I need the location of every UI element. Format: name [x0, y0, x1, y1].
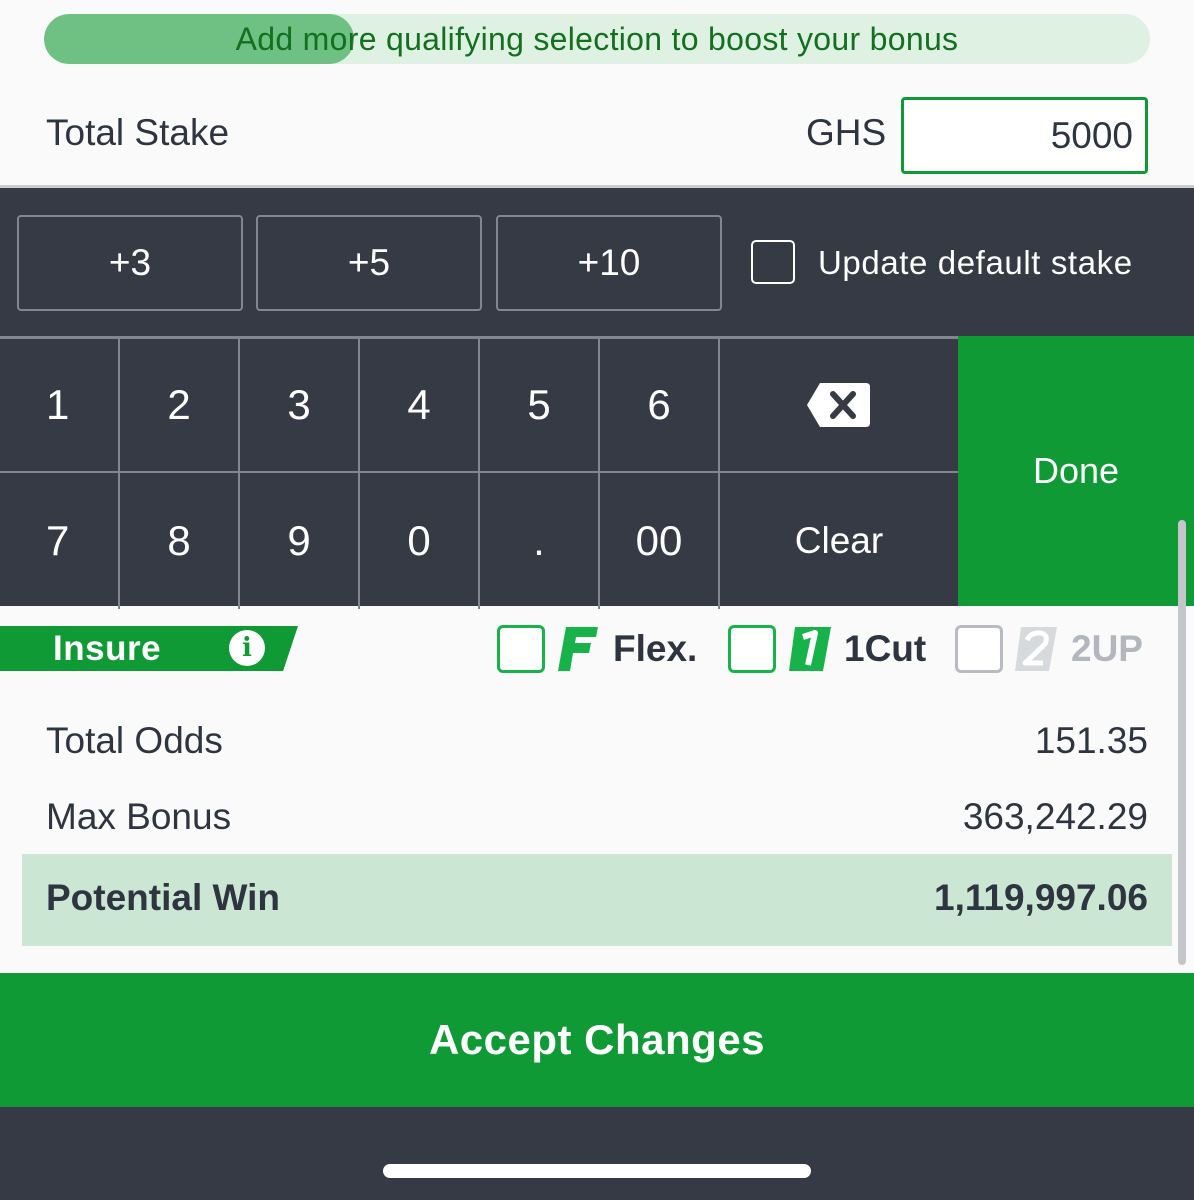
total-odds-label: Total Odds — [46, 720, 223, 761]
key-4[interactable]: 4 — [360, 339, 480, 473]
flex-checkbox[interactable] — [497, 625, 545, 673]
done-button[interactable]: Done — [958, 336, 1194, 606]
number-grid: 1 2 3 4 5 6 7 8 9 0 . 00 Clear — [0, 336, 958, 609]
key-2[interactable]: 2 — [120, 339, 240, 473]
flex-icon — [558, 627, 598, 671]
quick-add-10-button[interactable]: +10 — [496, 215, 722, 311]
key-5[interactable]: 5 — [480, 339, 600, 473]
update-default-stake-checkbox[interactable] — [751, 240, 795, 284]
potential-win-label: Potential Win — [46, 877, 280, 918]
key-1[interactable]: 1 — [0, 339, 120, 473]
home-indicator[interactable] — [383, 1164, 811, 1178]
info-icon[interactable]: i — [229, 630, 265, 666]
key-8[interactable]: 8 — [120, 473, 240, 609]
bonus-progress-bar: Add more qualifying selection to boost y… — [44, 14, 1150, 64]
accept-changes-button[interactable]: Accept Changes — [0, 973, 1194, 1107]
update-default-stake-label: Update default stake — [818, 244, 1133, 281]
insure-tag[interactable]: Insure i — [0, 626, 298, 671]
total-odds-value: 151.35 — [1034, 720, 1148, 761]
two-up-label: 2UP — [1071, 628, 1143, 669]
key-9[interactable]: 9 — [240, 473, 360, 609]
max-bonus-value: 363,242.29 — [962, 796, 1148, 837]
one-cut-checkbox[interactable] — [728, 625, 776, 673]
total-stake-label: Total Stake — [46, 112, 230, 153]
currency-label: GHS — [806, 112, 887, 153]
quick-add-3-button[interactable]: +3 — [17, 215, 243, 311]
one-cut-label: 1Cut — [844, 628, 927, 669]
backspace-key[interactable] — [720, 339, 958, 473]
one-cut-icon — [789, 627, 831, 671]
two-up-checkbox[interactable] — [955, 625, 1003, 673]
two-up-icon — [1015, 627, 1057, 671]
insure-label: Insure — [53, 629, 162, 668]
potential-win-value: 1,119,997.06 — [934, 877, 1148, 918]
key-6[interactable]: 6 — [600, 339, 720, 473]
backspace-icon — [807, 383, 870, 427]
quick-add-5-button[interactable]: +5 — [256, 215, 482, 311]
bonus-progress-text: Add more qualifying selection to boost y… — [235, 21, 959, 57]
scrollbar[interactable] — [1178, 520, 1186, 965]
key-decimal[interactable]: . — [480, 473, 600, 609]
flex-label: Flex. — [613, 628, 698, 669]
key-7[interactable]: 7 — [0, 473, 120, 609]
max-bonus-label: Max Bonus — [46, 796, 232, 837]
key-double-zero[interactable]: 00 — [600, 473, 720, 609]
bottom-bar — [0, 1107, 1194, 1200]
stake-input[interactable] — [901, 97, 1148, 174]
stake-keypad: +3 +5 +10 Update default stake 1 2 3 4 5… — [0, 185, 1194, 609]
key-3[interactable]: 3 — [240, 339, 360, 473]
clear-key[interactable]: Clear — [720, 473, 958, 609]
key-0[interactable]: 0 — [360, 473, 480, 609]
